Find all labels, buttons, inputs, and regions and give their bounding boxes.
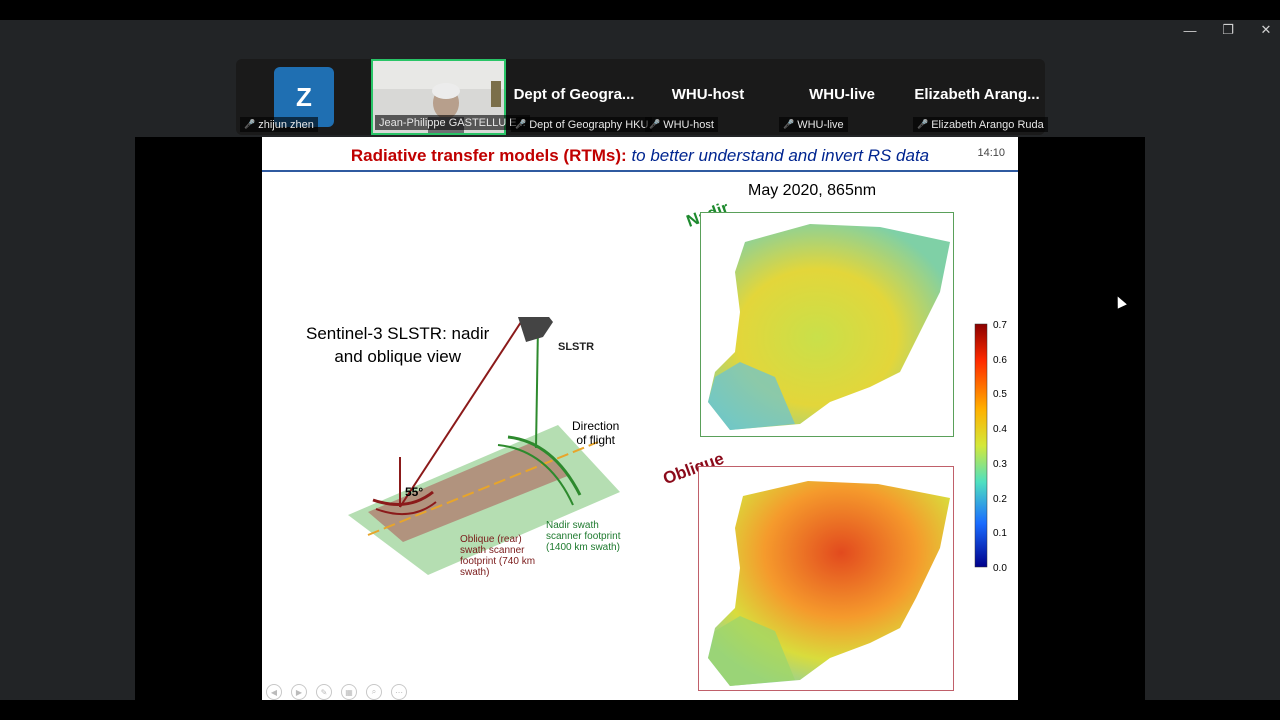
oblique-reflectance-map bbox=[698, 466, 954, 691]
note-line: Nadir swath bbox=[546, 520, 599, 531]
note-line: scanner footprint bbox=[546, 531, 621, 542]
participant-label: 🎤 zhijun zhen bbox=[240, 117, 318, 132]
slide-title: Radiative transfer models (RTMs): to bet… bbox=[262, 146, 1018, 166]
mic-muted-icon: 🎤 bbox=[244, 119, 256, 129]
close-icon[interactable]: ✕ bbox=[1247, 20, 1280, 40]
participant-name: zhijun zhen bbox=[258, 118, 314, 131]
nadir-reflectance-map bbox=[700, 212, 954, 437]
participant-label: 🎤 Dept of Geography HKU bbox=[511, 117, 653, 132]
slide-time: 14:10 bbox=[977, 147, 1005, 159]
slides-icon[interactable]: ▦ bbox=[341, 684, 357, 700]
colorbar-tick-label: 0.3 bbox=[993, 458, 1007, 470]
pen-icon[interactable]: ✎ bbox=[316, 684, 332, 700]
angle-label: 55° bbox=[405, 485, 424, 499]
minimize-icon[interactable]: — bbox=[1171, 20, 1209, 40]
title-main: Radiative transfer models (RTMs) bbox=[350, 146, 622, 165]
participant-display-name: Dept of Geogra... bbox=[513, 86, 635, 103]
mic-muted-icon: 🎤 bbox=[783, 119, 795, 129]
mic-muted-icon: 🎤 bbox=[649, 119, 661, 129]
participant-name: WHU-live bbox=[797, 118, 844, 131]
direction-line: of flight bbox=[576, 433, 616, 447]
mic-muted-icon: 🎤 bbox=[515, 119, 527, 129]
note-line: swath) bbox=[460, 567, 490, 578]
participant-name: Dept of Geography HKU bbox=[529, 118, 649, 131]
zoom-icon[interactable]: ⌕ bbox=[366, 684, 382, 700]
participant-name: Elizabeth Arango Ruda bbox=[931, 118, 1044, 131]
note-line: Oblique (rear) bbox=[460, 534, 522, 545]
note-line: swath scanner bbox=[460, 545, 525, 556]
participant-name: Jean-Philippe GASTELLU E... bbox=[379, 116, 526, 129]
participant-label: 🎤 WHU-live bbox=[779, 117, 848, 132]
participant-display-name: Elizabeth Arang... bbox=[914, 86, 1040, 103]
screen-share-area: Radiative transfer models (RTMs): to bet… bbox=[135, 137, 1145, 700]
nadir-swath-note: Nadir swath scanner footprint (1400 km s… bbox=[546, 520, 621, 553]
colorbar-tick-label: 0.6 bbox=[993, 354, 1007, 366]
colorbar-tick-label: 0.7 bbox=[993, 320, 1007, 331]
title-separator: : bbox=[621, 146, 632, 165]
note-line: (1400 km swath) bbox=[546, 542, 620, 553]
participant-tile[interactable]: Elizabeth Arang... 🎤 Elizabeth Arango Rud… bbox=[909, 59, 1048, 135]
restore-icon[interactable]: ❐ bbox=[1209, 20, 1247, 40]
map-title: May 2020, 865nm bbox=[748, 182, 877, 199]
slstr-label: SLSTR bbox=[558, 341, 595, 353]
colorbar-tick-label: 0.4 bbox=[993, 424, 1007, 436]
colorbar-tick-label: 0.0 bbox=[993, 563, 1007, 574]
participant-label: 🎤 Elizabeth Arango Ruda bbox=[913, 117, 1048, 132]
participant-tile-active-speaker[interactable]: Jean-Philippe GASTELLU E... bbox=[371, 59, 530, 135]
note-line: footprint (740 km bbox=[460, 556, 536, 567]
participant-name: WHU-host bbox=[663, 118, 714, 131]
colorbar-tick-label: 0.5 bbox=[993, 389, 1007, 401]
participant-display-name: WHU-live bbox=[809, 86, 875, 103]
prev-icon[interactable]: ◀ bbox=[266, 684, 282, 700]
colorbar-tick-label: 0.2 bbox=[993, 493, 1007, 505]
participant-tile[interactable]: Dept of Geogra... 🎤 Dept of Geography HKU bbox=[507, 59, 653, 135]
participant-display-name: WHU-host bbox=[671, 86, 745, 103]
direction-caption: Direction of flight bbox=[572, 419, 619, 447]
participant-tile[interactable]: WHU-host 🎤 WHU-host bbox=[641, 59, 775, 135]
title-subtitle: to better understand and invert RS data bbox=[631, 146, 930, 165]
mic-muted-icon: 🎤 bbox=[917, 119, 929, 129]
participant-strip: Z 🎤 zhijun zhen Jean-Philippe GASTELLU E.… bbox=[236, 59, 1048, 135]
participant-tile[interactable]: WHU-live 🎤 WHU-live bbox=[775, 59, 909, 135]
direction-line: Direction bbox=[572, 419, 620, 433]
participant-tile[interactable]: Z 🎤 zhijun zhen bbox=[236, 59, 370, 135]
presentation-slide: Radiative transfer models (RTMs): to bet… bbox=[262, 137, 1018, 700]
title-divider bbox=[262, 170, 1018, 172]
participant-label: 🎤 WHU-host bbox=[645, 117, 718, 132]
oblique-swath-note: Oblique (rear) swath scanner footprint (… bbox=[460, 534, 535, 578]
colorbar-tick-label: 0.1 bbox=[993, 528, 1007, 540]
more-icon[interactable]: ⋯ bbox=[391, 684, 407, 700]
next-icon[interactable]: ▶ bbox=[291, 684, 307, 700]
